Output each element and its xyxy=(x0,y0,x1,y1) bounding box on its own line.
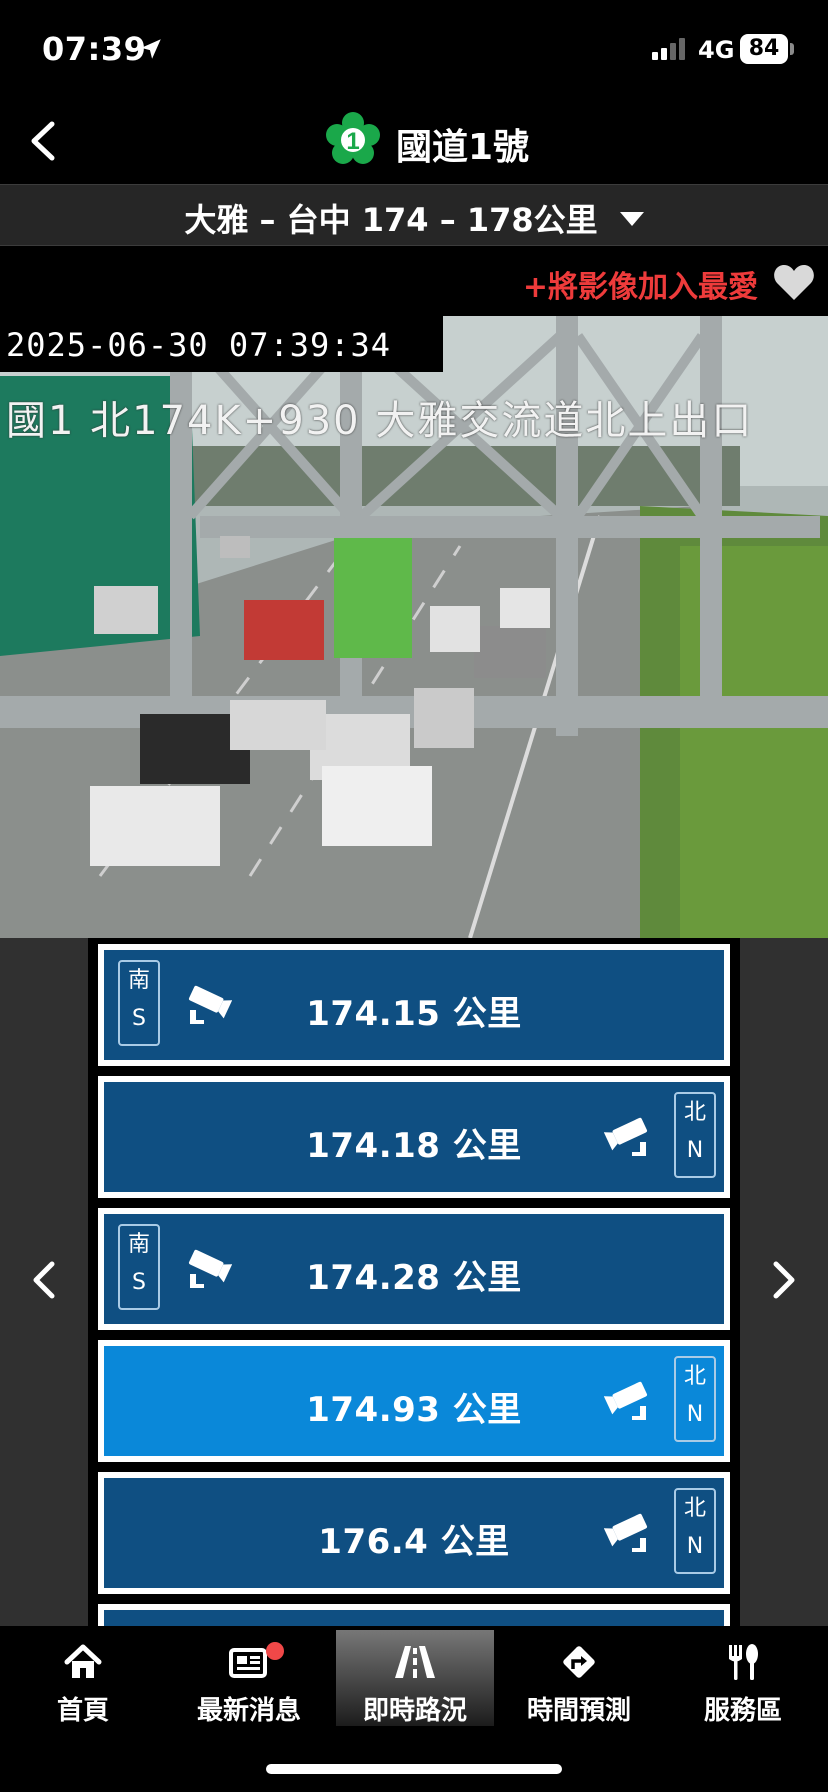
home-indicator xyxy=(266,1764,562,1774)
camera-item[interactable]: 南 S 174.28 公里 xyxy=(98,1208,730,1330)
tab-live-traffic[interactable]: 即時路況 xyxy=(336,1630,494,1726)
next-arrow-icon[interactable] xyxy=(766,1258,802,1302)
camera-item-active[interactable]: 北 N 174.93 公里 xyxy=(98,1340,730,1462)
tab-news[interactable]: 最新消息 xyxy=(170,1630,328,1726)
camera-item[interactable]: 北 N 174.18 公里 xyxy=(98,1076,730,1198)
camera-timestamp: 2025-06-30 07:39:34 xyxy=(0,316,444,372)
favorite-row: +將影像加入最愛 xyxy=(0,246,828,316)
signal-icon xyxy=(652,38,685,60)
tab-service-area[interactable]: 服務區 xyxy=(664,1630,822,1726)
notification-dot xyxy=(266,1642,284,1660)
route-turn-icon xyxy=(563,1646,595,1678)
freeway-shield-icon: 1 xyxy=(326,112,380,164)
camera-km-label: 174.93 公里 xyxy=(306,1390,522,1430)
status-time: 07:39 xyxy=(42,30,147,68)
heart-icon[interactable] xyxy=(772,262,816,302)
road-icon xyxy=(395,1646,435,1678)
camera-item[interactable]: 南 S 174.15 公里 xyxy=(98,944,730,1066)
camera-item-partial[interactable] xyxy=(98,1604,730,1626)
tab-time-prediction[interactable]: 時間預測 xyxy=(500,1630,658,1726)
page-title: 國道1號 xyxy=(396,127,530,168)
route-number: 1 xyxy=(346,128,359,155)
tab-label: 服務區 xyxy=(703,1696,782,1726)
previous-arrow-icon[interactable] xyxy=(26,1258,62,1302)
status-bar: 07:39 4G 84 xyxy=(0,0,828,100)
location-arrow-icon xyxy=(141,39,161,59)
battery-nub xyxy=(790,43,794,55)
tab-home[interactable]: 首頁 xyxy=(4,1630,162,1726)
add-favorite-button[interactable]: +將影像加入最愛 xyxy=(523,262,758,306)
camera-km-label: 174.28 公里 xyxy=(306,1258,522,1298)
nav-header: 1 國道1號 xyxy=(0,100,828,184)
camera-location-overlay: 國1 北174K+930 大雅交流道北上出口 xyxy=(6,398,754,444)
caret-down-icon xyxy=(619,212,644,226)
news-icon xyxy=(229,1648,267,1678)
tab-label: 時間預測 xyxy=(526,1696,631,1726)
fork-knife-icon xyxy=(729,1644,758,1680)
tab-label: 首頁 xyxy=(56,1696,109,1726)
camera-km-label: 174.18 公里 xyxy=(306,1126,522,1166)
back-button[interactable] xyxy=(20,116,70,166)
camera-item[interactable]: 北 N 176.4 公里 xyxy=(98,1472,730,1594)
camera-km-label: 174.15 公里 xyxy=(306,994,522,1034)
section-label: 大雅 – 台中 174 – 178公里 xyxy=(184,201,598,239)
tab-label: 最新消息 xyxy=(196,1696,301,1726)
home-icon xyxy=(64,1644,102,1678)
tab-label: 即時路況 xyxy=(362,1696,467,1726)
section-selector[interactable]: 大雅 – 台中 174 – 178公里 xyxy=(0,184,828,246)
camera-image[interactable]: 2025-06-30 07:39:34 國1 北174K+930 大雅交流道北上… xyxy=(0,316,828,938)
battery-level: 84 xyxy=(740,34,788,64)
network-type: 4G xyxy=(698,36,735,64)
camera-km-label: 176.4 公里 xyxy=(318,1522,510,1562)
